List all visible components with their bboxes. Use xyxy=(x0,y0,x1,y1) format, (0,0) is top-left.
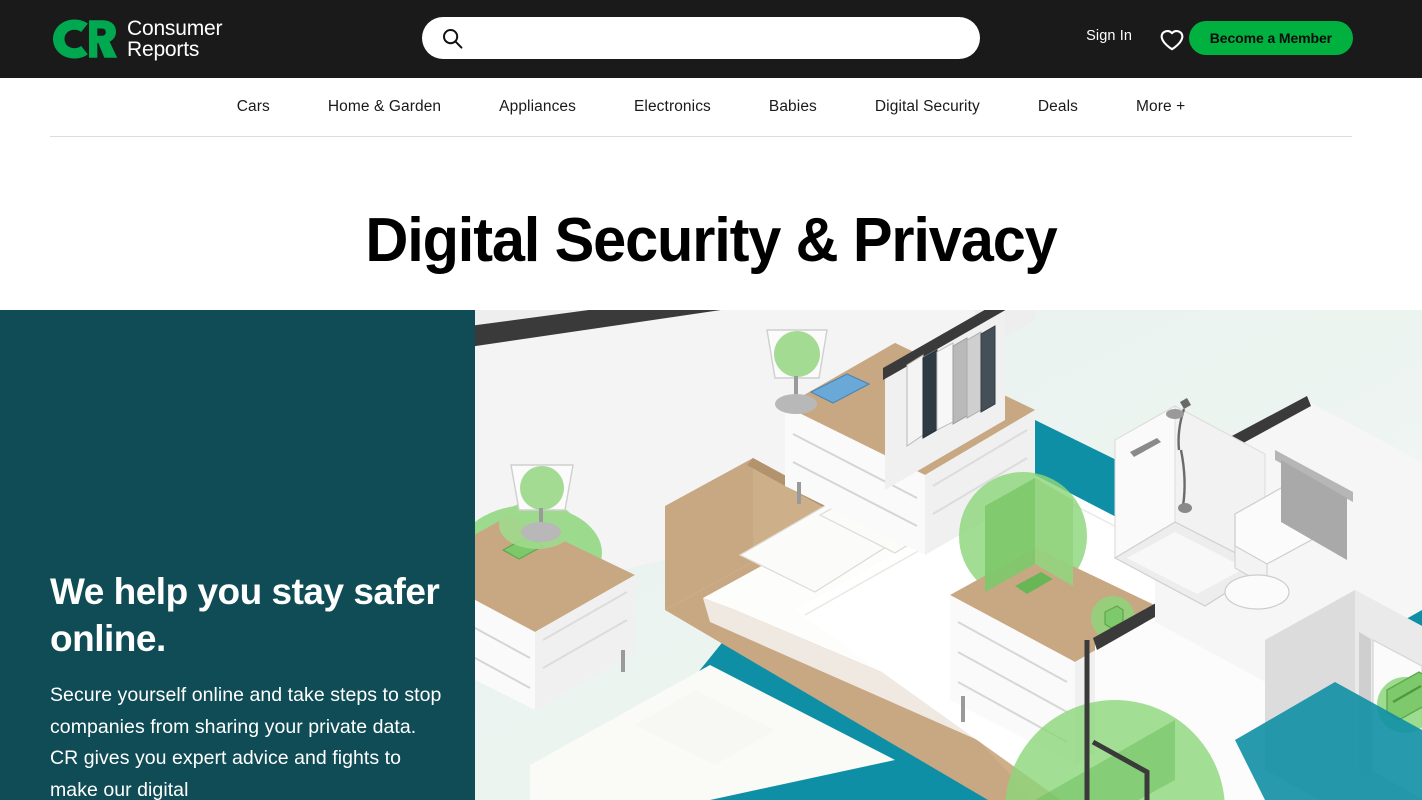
heart-icon xyxy=(1160,30,1184,51)
nav-item-more[interactable]: More + xyxy=(1107,98,1214,116)
nav-item-electronics[interactable]: Electronics xyxy=(605,98,740,116)
search-icon xyxy=(443,28,463,49)
nav-item-home-garden[interactable]: Home & Garden xyxy=(299,98,470,116)
logo-line-1: Consumer xyxy=(127,16,223,40)
hero-body-text: Secure yourself online and take steps to… xyxy=(50,684,442,800)
hero-section: We help you stay safer online. Secure yo… xyxy=(0,310,1422,800)
hero-text-panel: We help you stay safer online. Secure yo… xyxy=(0,310,475,800)
nav-item-deals[interactable]: Deals xyxy=(1009,98,1107,116)
nav-item-digital-security[interactable]: Digital Security xyxy=(846,98,1009,116)
logo-consumer-reports[interactable]: Consumer Reports xyxy=(50,17,222,61)
search-input[interactable] xyxy=(474,17,980,59)
favorites-button[interactable] xyxy=(1157,24,1187,54)
logo-wordmark: Consumer Reports xyxy=(127,16,223,61)
hero-illustration xyxy=(475,310,1422,800)
hero-headline: We help you stay safer online. xyxy=(50,571,440,659)
main-navigation: Cars Home & Garden Appliances Electronic… xyxy=(0,78,1422,136)
nav-item-cars[interactable]: Cars xyxy=(208,98,299,116)
sign-in-link[interactable]: Sign In xyxy=(1086,28,1132,44)
cr-monogram-icon xyxy=(53,19,118,59)
site-header: Consumer Reports Sign In Become a Member xyxy=(0,0,1422,78)
become-member-button[interactable]: Become a Member xyxy=(1188,21,1353,55)
nav-divider xyxy=(50,136,1352,137)
search-bar[interactable] xyxy=(422,17,980,59)
smart-home-isometric-illustration xyxy=(475,310,1422,800)
logo-line-2: Reports xyxy=(127,38,200,61)
page-title: Digital Security & Privacy xyxy=(365,206,1057,275)
nav-item-appliances[interactable]: Appliances xyxy=(470,98,605,116)
nav-item-babies[interactable]: Babies xyxy=(740,98,846,116)
